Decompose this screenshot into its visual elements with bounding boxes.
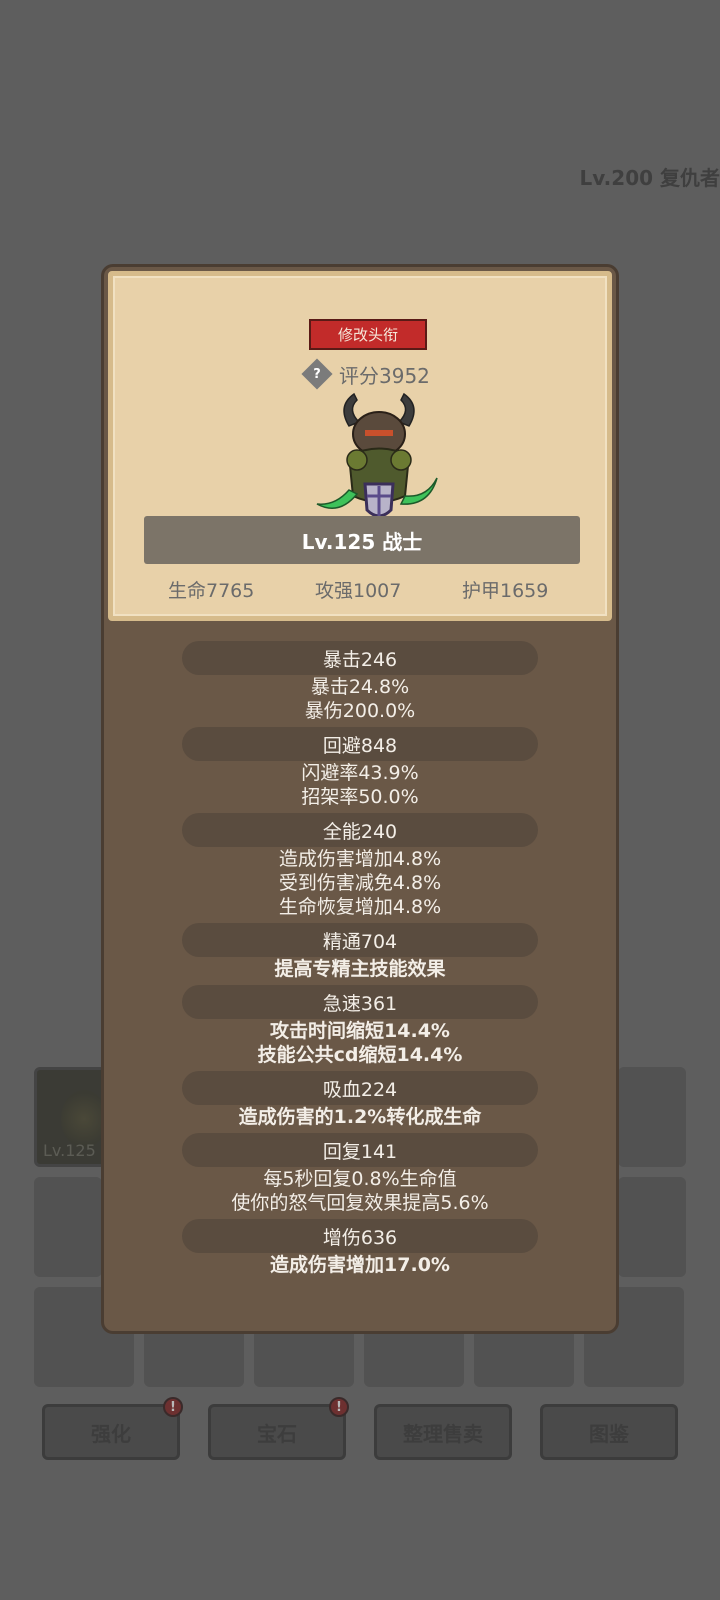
stat-line: 造成伤害的1.2%转化成生命 [238,1106,482,1128]
stat-group-versatility: 全能240 造成伤害增加4.8% 受到伤害减免4.8% 生命恢复增加4.8% [104,813,616,919]
stat-header: 吸血224 [182,1071,538,1105]
stat-header: 精通704 [182,923,538,957]
enhance-button[interactable]: 强化 ! [42,1397,183,1460]
stat-line: 提高专精主技能效果 [274,958,446,980]
gem-button[interactable]: 宝石 ! [208,1397,349,1460]
item-level: Lv.125 [43,1141,96,1160]
codex-label: 图鉴 [589,1421,629,1446]
stat-group-crit: 暴击246 暴击24.8% 暴伤200.0% [104,641,616,723]
help-icon-glyph: ? [313,366,321,382]
stat-line: 使你的怒气回复效果提高5.6% [231,1192,489,1214]
armor-stat: 护甲1659 [462,580,549,602]
stat-line: 受到伤害减免4.8% [278,872,442,894]
stat-line: 每5秒回复0.8%生命值 [263,1168,457,1190]
sort-sell-button[interactable]: 整理售卖 [374,1404,512,1460]
stat-header: 全能240 [182,813,538,847]
sort-sell-label: 整理售卖 [403,1421,483,1446]
hp-stat: 生命7765 [168,580,255,602]
stat-line: 造成伤害增加17.0% [270,1254,450,1276]
stat-line: 造成伤害增加4.8% [278,848,442,870]
stat-header: 回避848 [182,727,538,761]
stat-header: 急速361 [182,985,538,1019]
stat-line: 攻击时间缩短14.4% [270,1020,450,1042]
stat-line: 闪避率43.9% [301,762,419,784]
stat-group-mastery: 精通704 提高专精主技能效果 [104,923,616,981]
stat-line: 技能公共cd缩短14.4% [257,1044,463,1066]
help-icon[interactable]: ? [301,358,333,390]
stat-header: 增伤636 [182,1219,538,1253]
stat-header: 暴击246 [182,641,538,675]
stat-line: 生命恢复增加4.8% [278,896,442,918]
stat-group-regen: 回复141 每5秒回复0.8%生命值 使你的怒气回复效果提高5.6% [104,1133,616,1215]
score-text: 评分3952 [339,364,430,388]
stats-list: 暴击246 暴击24.8% 暴伤200.0% 回避848 闪避率43.9% 招架… [104,641,616,1281]
gem-label: 宝石 [257,1421,297,1446]
stat-line: 招架率50.0% [301,786,419,808]
character-stats-popup: 修改头衔 ? 评分3952 Lv.125 战士 生命7765 攻强1007 护甲… [101,264,619,1334]
character-level-bar: Lv.125 战士 [144,516,580,564]
alert-badge-icon: ! [329,1397,349,1417]
alert-badge-icon: ! [163,1397,183,1417]
codex-button[interactable]: 图鉴 [540,1404,678,1460]
change-title-button[interactable]: 修改头衔 [309,319,427,350]
stat-group-lifesteal: 吸血224 造成伤害的1.2%转化成生命 [104,1071,616,1129]
stat-group-haste: 急速361 攻击时间缩短14.4% 技能公共cd缩短14.4% [104,985,616,1067]
stat-line: 暴击24.8% [310,676,410,698]
character-card: 修改头衔 ? 评分3952 Lv.125 战士 生命7765 攻强1007 护甲… [108,271,612,621]
stat-header: 回复141 [182,1133,538,1167]
enhance-label: 强化 [91,1421,131,1446]
player-level-title: Lv.200 复仇者 [579,166,720,190]
attack-stat: 攻强1007 [315,580,402,602]
stat-line: 暴伤200.0% [304,700,416,722]
stat-group-evasion: 回避848 闪避率43.9% 招架率50.0% [104,727,616,809]
inventory-slot[interactable] [618,1067,686,1167]
stat-group-damage-bonus: 增伤636 造成伤害增加17.0% [104,1219,616,1277]
inventory-slot[interactable] [34,1177,102,1277]
inventory-slot[interactable] [618,1177,686,1277]
warrior-character-icon [316,392,438,518]
